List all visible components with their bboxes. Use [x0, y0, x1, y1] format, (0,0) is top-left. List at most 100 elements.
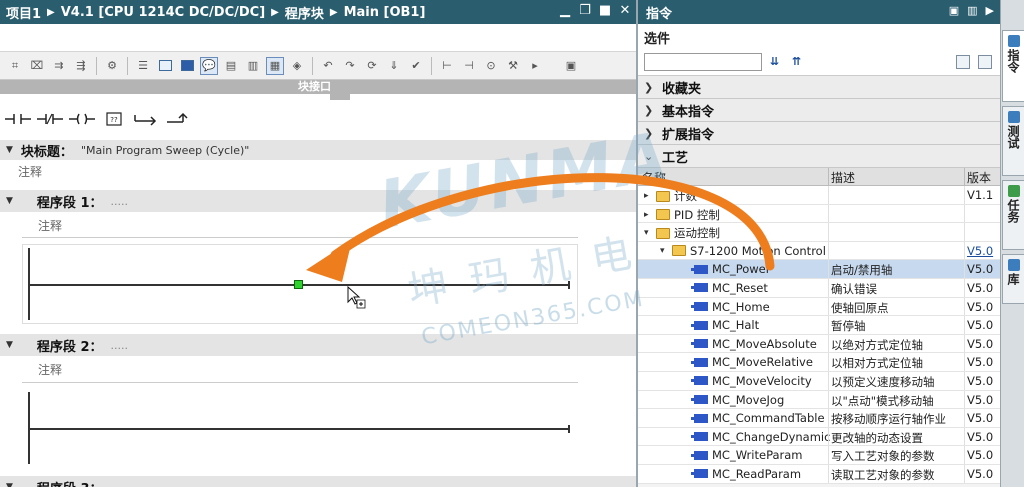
tab-libraries[interactable]: 库 [1002, 254, 1024, 304]
list-view-icon[interactable] [978, 55, 992, 69]
tree-row-mc-moveabsolute[interactable]: MC_MoveAbsolute 以绝对方式定位轴 V5.0 [638, 334, 1000, 354]
tree-row-mc-movevelocity[interactable]: MC_MoveVelocity 以预定义速度移动轴 V5.0 [638, 371, 1000, 391]
network-1-title[interactable]: ..... [111, 195, 128, 208]
block-interface-bar[interactable]: 块接口 [0, 80, 636, 100]
tree-row-mc-home[interactable]: MC_Home 使轴回原点 V5.0 [638, 297, 1000, 317]
breadcrumb-block[interactable]: Main [OB1] [344, 5, 426, 20]
breadcrumb-separator-icon: ▶ [271, 6, 279, 18]
block-title-value[interactable]: "Main Program Sweep (Cycle)" [81, 144, 249, 157]
compile-icon[interactable]: ⚙ [103, 57, 121, 75]
append-row-icon[interactable]: ⇶ [72, 57, 90, 75]
monitor-icon[interactable]: ◈ [288, 57, 306, 75]
monitoring-on-icon[interactable]: ⊢ [438, 57, 456, 75]
update-calls-icon[interactable]: ⟳ [363, 57, 381, 75]
restore-icon[interactable]: ❐ [578, 3, 592, 19]
network-3-header[interactable]: ▼ 程序段 3： [0, 476, 636, 487]
instructions-title: 指令 [646, 6, 673, 22]
breadcrumb-program-blocks[interactable]: 程序块 [285, 3, 324, 22]
tree-row-motion-control[interactable]: ▾ 运动控制 [638, 223, 1000, 242]
category-favorites[interactable]: ❯ 收藏夹 [638, 76, 1000, 99]
goto-next-error-icon[interactable]: ↷ [341, 57, 359, 75]
column-description[interactable]: 描述 [831, 169, 855, 186]
block-title-header[interactable]: ▼ 块标题： "Main Program Sweep (Cycle)" [0, 140, 636, 160]
tree-row-s7-1200-motion-control[interactable]: ▾ S7-1200 Motion Control V5.0 [638, 241, 1000, 261]
normally-open-contact-icon[interactable] [4, 104, 32, 134]
insert-network-icon[interactable]: ⌗ [6, 57, 24, 75]
tree-row-counters[interactable]: ▸ 计数 V1.1 [638, 186, 1000, 205]
open-all-networks-icon[interactable] [156, 57, 174, 75]
minimize-icon[interactable]: ▁ [558, 3, 572, 19]
empty-box-icon[interactable]: ?? [100, 104, 128, 134]
goto-previous-error-icon[interactable]: ↶ [319, 57, 337, 75]
tree-row-mc-moverelative[interactable]: MC_MoveRelative 以相对方式定位轴 V5.0 [638, 353, 1000, 372]
breadcrumb-device[interactable]: V4.1 [CPU 1214C DC/DC/DC] [61, 5, 265, 20]
breadcrumb-separator-icon: ▶ [329, 6, 338, 18]
function-block-icon [691, 320, 708, 330]
folder-icon [672, 245, 686, 257]
normally-closed-contact-icon[interactable] [36, 104, 64, 134]
panel-arrow-icon[interactable]: ▶ [986, 4, 994, 17]
output-coil-icon[interactable] [68, 104, 96, 134]
close-all-networks-icon[interactable] [178, 57, 196, 75]
category-extended-instructions[interactable]: ❯ 扩展指令 [638, 122, 1000, 145]
collapse-arrow-icon[interactable]: ▼ [6, 340, 13, 350]
tree-row-mc-movejog[interactable]: MC_MoveJog 以"点动"模式移动轴 V5.0 [638, 390, 1000, 410]
check-icon[interactable]: ✔ [407, 57, 425, 75]
category-basic-instructions[interactable]: ❯ 基本指令 [638, 99, 1000, 122]
tree-row-mc-halt[interactable]: MC_Halt 暂停轴 V5.0 [638, 316, 1000, 335]
tab-instructions[interactable]: 指令 [1002, 30, 1024, 102]
insert-row-icon[interactable]: ⇉ [50, 57, 68, 75]
maximize-icon[interactable]: ■ [598, 3, 612, 19]
split-editor-icon[interactable]: ▣ [562, 57, 580, 75]
network-1-header[interactable]: ▼ 程序段 1： ..... [0, 190, 636, 212]
column-name[interactable]: 名称 [642, 169, 666, 186]
tab-tasks[interactable]: 任务 [1002, 180, 1024, 250]
download-icon[interactable]: ⇓ [385, 57, 403, 75]
network-2-title[interactable]: ..... [111, 339, 128, 352]
float-icon[interactable]: ▣ [949, 4, 959, 17]
network-2-comment[interactable]: 注释 [38, 361, 62, 378]
function-block-icon [691, 264, 708, 274]
collapse-arrow-icon[interactable]: ▼ [6, 196, 13, 206]
tree-row-pid-control[interactable]: ▸ PID 控制 [638, 204, 1000, 224]
category-technology[interactable]: ⌄ 工艺 [638, 145, 1000, 168]
favorites-icon[interactable]: ▤ [222, 57, 240, 75]
search-up-icon[interactable]: ⇈ [792, 55, 801, 68]
comment-toggle-icon[interactable]: 💬 [200, 56, 218, 75]
version-link[interactable]: V5.0 [967, 244, 993, 258]
delete-network-icon[interactable]: ⌧ [28, 57, 46, 75]
network-2-header[interactable]: ▼ 程序段 2： ..... [0, 334, 636, 356]
tab-testing[interactable]: 测试 [1002, 106, 1024, 176]
breadcrumb-project[interactable]: 项目1 [6, 3, 41, 22]
tree-row-mc-commandtable[interactable]: MC_CommandTable 按移动顺序运行轴作业 V5.0 [638, 409, 1000, 428]
column-version[interactable]: 版本 [967, 169, 991, 186]
show-favorites-icon[interactable]: ▦ [266, 56, 284, 75]
panel-view-icon[interactable] [956, 55, 970, 69]
monitoring-off-icon[interactable]: ⊣ [460, 57, 478, 75]
search-down-icon[interactable]: ⇊ [770, 55, 779, 68]
more-arrow-icon[interactable]: ▸ [526, 57, 544, 75]
interface-splitter-handle[interactable] [330, 94, 350, 100]
close-branch-icon[interactable] [164, 104, 192, 134]
open-branch-icon[interactable] [132, 104, 160, 134]
list-view-icon[interactable]: ☰ [134, 57, 152, 75]
collapse-arrow-icon[interactable]: ▼ [6, 482, 13, 487]
expand-arrow-icon: ▸ [644, 191, 649, 201]
block-comment[interactable]: 注释 [18, 163, 42, 180]
settings-icon[interactable]: ⚒ [504, 57, 522, 75]
collapse-arrow-icon[interactable]: ▼ [6, 145, 13, 155]
tree-row-mc-writeparam[interactable]: MC_WriteParam 写入工艺对象的参数 V5.0 [638, 446, 1000, 465]
tree-row-mc-changedynamic[interactable]: MC_ChangeDynamic 更改轴的动态设置 V5.0 [638, 427, 1000, 447]
collapse-panel-icon[interactable]: ▥ [967, 4, 977, 17]
tree-row-mc-power[interactable]: MC_Power 启动/禁用轴 V5.0 [638, 260, 1000, 279]
tree-row-mc-readparam[interactable]: MC_ReadParam 读取工艺对象的参数 V5.0 [638, 464, 1000, 484]
drop-target-marker[interactable] [294, 280, 303, 289]
network-1-comment[interactable]: 注释 [38, 217, 62, 234]
absolute-operands-icon[interactable]: ▥ [244, 57, 262, 75]
tree-row-mc-reset[interactable]: MC_Reset 确认错误 V5.0 [638, 278, 1000, 298]
function-block-icon [691, 357, 708, 367]
svg-text:??: ?? [110, 116, 118, 124]
instruction-search-input[interactable] [644, 53, 762, 71]
breakpoint-icon[interactable]: ⊙ [482, 57, 500, 75]
close-icon[interactable]: ✕ [618, 3, 632, 19]
